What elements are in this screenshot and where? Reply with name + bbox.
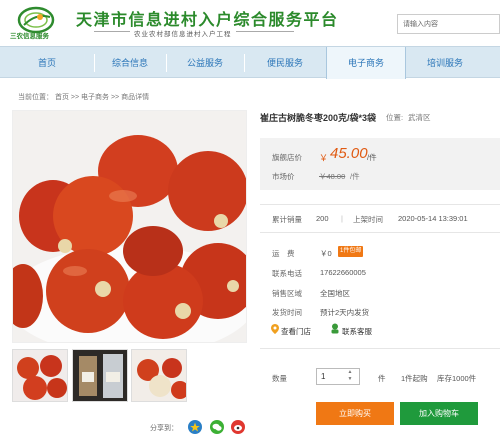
delivery-label: 发货时间: [272, 308, 302, 317]
weibo-share-icon[interactable]: [231, 420, 245, 434]
listed-time-value: 2020-05-14 13:39:01: [398, 214, 468, 223]
customer-service-icon: [331, 323, 339, 334]
sales-value: 200: [316, 214, 329, 223]
listed-time-label: 上架时间: [353, 215, 383, 224]
shipping-value: ￥0: [320, 249, 332, 258]
contact-service-link[interactable]: 联系客服: [342, 326, 372, 337]
region-label: 销售区域: [272, 289, 302, 298]
info-separator: |: [341, 214, 343, 223]
price-box: [260, 138, 500, 190]
breadcrumb: 当前位置： 首页 >> 电子商务 >> 商品详情: [18, 94, 150, 101]
nav-item-public-service[interactable]: 公益服务: [166, 47, 244, 79]
search-input[interactable]: 请输入内容: [397, 14, 500, 34]
nav-item-training[interactable]: 培训服务: [406, 47, 484, 79]
location-value: 武清区: [408, 113, 431, 122]
map-pin-icon: [271, 324, 279, 334]
main-nav: 首页 综合信息 公益服务 便民服务 电子商务 培训服务: [0, 46, 500, 79]
nav-item-convenience[interactable]: 便民服务: [244, 47, 326, 79]
shipping-label: 运 费: [272, 249, 295, 258]
info-divider: [260, 232, 500, 233]
info-divider: [260, 204, 500, 205]
market-price-label: 市场价: [272, 172, 295, 181]
price-currency: ￥: [319, 153, 329, 163]
price-unit: /件: [367, 153, 377, 162]
site-header: 三农信息服务 天津市信息进村入户综合服务平台 农业农村部信息进村入户工程 请输入…: [0, 0, 500, 46]
thumbnail-2[interactable]: [72, 349, 128, 402]
region-value: 全国地区: [320, 289, 350, 298]
quantity-unit: 件: [378, 374, 386, 383]
logo-text: 三农信息服务: [10, 33, 49, 40]
free-shipping-badge: 1件包邮: [338, 246, 364, 257]
site-title: 天津市信息进村入户综合服务平台: [76, 10, 339, 29]
min-order: 1件起购: [401, 374, 428, 383]
product-main-image: [12, 110, 247, 343]
view-store-link[interactable]: 查看门店: [281, 326, 311, 337]
market-price-value: ￥48.00: [319, 172, 346, 181]
store-price-label: 旗舰店价: [272, 153, 302, 162]
phone-label: 联系电话: [272, 269, 302, 278]
qzone-share-icon[interactable]: [188, 420, 202, 434]
add-to-cart-button[interactable]: 加入购物车: [400, 402, 478, 425]
quantity-decrease-icon[interactable]: ▼: [345, 376, 355, 384]
share-label: 分享到：: [150, 425, 178, 432]
delivery-value: 预计2天内发货: [320, 308, 370, 317]
nav-item-info[interactable]: 综合信息: [94, 47, 166, 79]
price-value: 45.00: [330, 145, 368, 162]
market-price-unit: /件: [350, 172, 360, 181]
phone-value: 17622660005: [320, 268, 366, 277]
thumbnail-3[interactable]: [131, 349, 187, 402]
site-subtitle: 农业农村部信息进村入户工程: [130, 28, 236, 38]
product-title: 崔庄古树脆冬枣200克/袋*3袋: [260, 113, 377, 123]
thumbnail-1[interactable]: [12, 349, 68, 402]
wechat-share-icon[interactable]: [210, 420, 224, 434]
nav-item-ecommerce[interactable]: 电子商务: [326, 47, 406, 79]
nav-item-home[interactable]: 首页: [0, 47, 94, 79]
location-label: 位置:: [386, 113, 404, 122]
quantity-label: 数量: [272, 374, 287, 383]
sales-label: 累计销量: [272, 215, 302, 224]
stock-count: 库存1000件: [437, 374, 477, 383]
info-divider: [260, 348, 500, 349]
buy-now-button[interactable]: 立即购买: [316, 402, 394, 425]
